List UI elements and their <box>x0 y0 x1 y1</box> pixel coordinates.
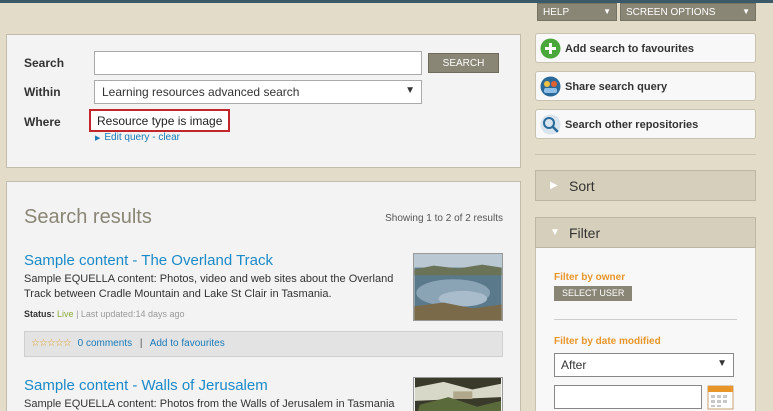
status-value: Live <box>57 309 74 319</box>
screen-options-label: SCREEN OPTIONS <box>626 7 716 18</box>
where-label: Where <box>24 115 61 129</box>
plus-icon <box>540 38 561 59</box>
comments-link[interactable]: 0 comments <box>78 338 132 349</box>
share-icon <box>540 76 561 97</box>
filter-section-header[interactable]: ▼ Filter <box>535 217 756 248</box>
edit-query-row: ▶ Edit query - clear <box>95 132 180 143</box>
separator: | <box>139 338 143 349</box>
select-user-button[interactable]: SELECT USER <box>554 286 633 301</box>
results-count: Showing 1 to 2 of 2 results <box>385 213 503 224</box>
filter-by-date-label: Filter by date modified <box>554 336 661 347</box>
within-label: Within <box>24 85 61 99</box>
last-updated: | Last updated:14 days ago <box>76 309 185 319</box>
help-dropdown[interactable]: HELP ▼ <box>537 3 617 21</box>
sort-label: Sort <box>569 178 595 194</box>
triangle-right-icon: ▶ <box>550 180 558 191</box>
share-search-query-button[interactable]: Share search query <box>535 71 756 101</box>
search-other-repositories-label: Search other repositories <box>565 119 699 131</box>
result-thumbnail-image[interactable] <box>413 253 503 321</box>
chevron-down-icon: ▼ <box>717 358 727 369</box>
add-search-to-favourites-button[interactable]: Add search to favourites <box>535 33 756 63</box>
result-title-link[interactable]: Sample content - Walls of Jerusalem <box>24 377 268 394</box>
search-repository-icon <box>540 114 561 135</box>
result-actions-bar: ☆☆☆☆☆ 0 comments | Add to favourites <box>24 331 503 357</box>
search-other-repositories-button[interactable]: Search other repositories <box>535 109 756 139</box>
search-label: Search <box>24 56 65 70</box>
date-input[interactable] <box>554 385 702 409</box>
search-panel: Search SEARCH Within Learning resources … <box>6 34 521 168</box>
within-select[interactable]: Learning resources advanced search ▼ <box>94 80 422 104</box>
triangle-down-icon: ▼ <box>550 227 560 238</box>
result-status: Status: Live | Last updated:14 days ago <box>24 309 184 319</box>
add-to-favourites-link[interactable]: Add to favourites <box>150 338 225 349</box>
result-description: Sample EQUELLA content: Photos from the … <box>24 398 395 410</box>
divider <box>554 319 737 320</box>
result-title-link[interactable]: Sample content - The Overland Track <box>24 252 273 269</box>
result-thumbnail-image[interactable] <box>413 377 503 411</box>
date-range-value: After <box>561 358 587 372</box>
chevron-down-icon: ▼ <box>603 7 611 16</box>
share-search-query-label: Share search query <box>565 81 668 93</box>
filter-panel: Filter by owner SELECT USER Filter by da… <box>535 248 756 411</box>
search-button[interactable]: SEARCH <box>428 53 499 73</box>
results-title: Search results <box>24 206 152 228</box>
date-range-select[interactable]: After ▼ <box>554 353 734 377</box>
chevron-down-icon: ▼ <box>742 7 750 16</box>
within-value: Learning resources advanced search <box>102 85 300 99</box>
dash-separator: - <box>152 132 156 143</box>
status-label: Status: <box>24 309 55 319</box>
triangle-right-icon: ▶ <box>95 135 101 142</box>
clear-link[interactable]: clear <box>158 132 180 143</box>
calendar-icon[interactable] <box>707 384 734 410</box>
filter-by-owner-label: Filter by owner <box>554 272 626 283</box>
divider <box>535 154 756 155</box>
search-input[interactable] <box>94 51 422 75</box>
add-search-to-favourites-label: Add search to favourites <box>565 43 694 55</box>
screen-options-dropdown[interactable]: SCREEN OPTIONS ▼ <box>620 3 756 21</box>
edit-query-link[interactable]: Edit query <box>104 132 149 143</box>
where-criteria: Resource type is image <box>89 109 231 132</box>
results-panel: Search results Showing 1 to 2 of 2 resul… <box>6 181 521 411</box>
chevron-down-icon: ▼ <box>405 85 415 96</box>
rating-stars[interactable]: ☆☆☆☆☆ <box>31 338 72 349</box>
sort-section-header[interactable]: ▶ Sort <box>535 170 756 201</box>
result-description: Sample EQUELLA content: Photos, video an… <box>24 273 394 300</box>
filter-label: Filter <box>569 225 601 241</box>
help-label: HELP <box>543 7 570 18</box>
